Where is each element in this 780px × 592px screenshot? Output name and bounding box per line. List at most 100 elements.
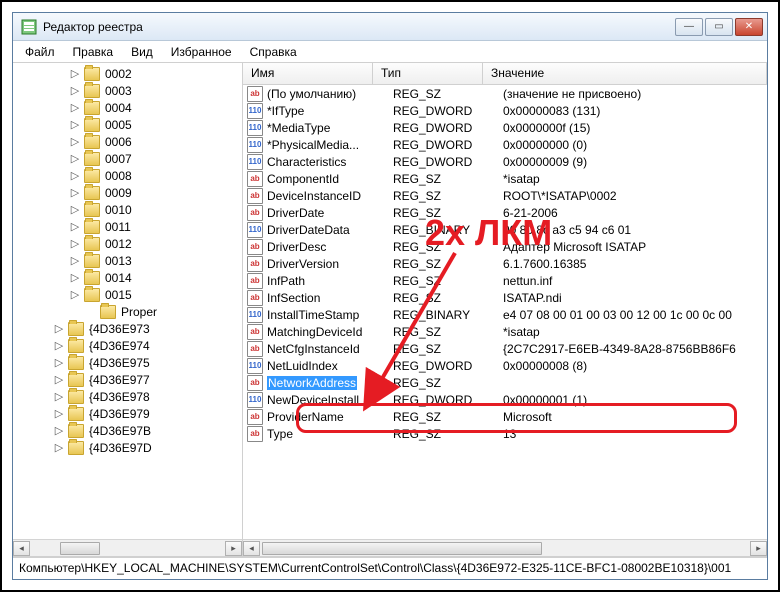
expand-icon[interactable]: ▷ bbox=[53, 356, 65, 369]
tree-label: 0010 bbox=[103, 203, 132, 217]
expand-icon[interactable]: ▷ bbox=[69, 288, 81, 301]
expand-icon[interactable]: ▷ bbox=[53, 424, 65, 437]
tree-item[interactable]: ▷ 0010 bbox=[21, 201, 242, 218]
tree-item[interactable]: ▷{4D36E978 bbox=[21, 388, 242, 405]
scroll-right-icon[interactable]: ▸ bbox=[750, 541, 767, 556]
tree-item[interactable]: ▷ 0009 bbox=[21, 184, 242, 201]
menu-edit[interactable]: Правка bbox=[65, 43, 122, 61]
col-name[interactable]: Имя bbox=[243, 63, 373, 84]
col-value[interactable]: Значение bbox=[483, 63, 767, 84]
table-row[interactable]: abProviderNameREG_SZMicrosoft bbox=[243, 408, 767, 425]
table-row[interactable]: 110*PhysicalMedia...REG_DWORD0x00000000 … bbox=[243, 136, 767, 153]
tree-item[interactable]: ▷0006 bbox=[21, 133, 242, 150]
tree-item[interactable]: ▷{4D36E973 bbox=[21, 320, 242, 337]
expand-icon[interactable]: ▷ bbox=[53, 441, 65, 454]
tree-hscroll[interactable]: ◂ ▸ bbox=[13, 539, 242, 556]
table-row[interactable]: abMatchingDeviceIdREG_SZ*isatap bbox=[243, 323, 767, 340]
menu-file[interactable]: Файл bbox=[17, 43, 63, 61]
expand-icon[interactable]: ▷ bbox=[53, 390, 65, 403]
menu-favorites[interactable]: Избранное bbox=[163, 43, 240, 61]
table-row[interactable]: 110*IfTypeREG_DWORD0x00000083 (131) bbox=[243, 102, 767, 119]
cell-value: nettun.inf bbox=[503, 274, 767, 288]
table-row[interactable]: abDriverDescREG_SZАдаптер Microsoft ISAT… bbox=[243, 238, 767, 255]
tree-pane[interactable]: ▷0002▷0003▷0004▷0005▷0006▷0007▷0008▷0009… bbox=[13, 63, 243, 556]
col-type[interactable]: Тип bbox=[373, 63, 483, 84]
tree-item[interactable]: Proper bbox=[21, 303, 242, 320]
table-row[interactable]: abDriverDateREG_SZ6-21-2006 bbox=[243, 204, 767, 221]
tree-item[interactable]: ▷0013 bbox=[21, 252, 242, 269]
tree-label: {4D36E97D bbox=[87, 441, 152, 455]
expand-icon[interactable]: ▷ bbox=[69, 101, 81, 114]
tree-item[interactable]: ▷0004 bbox=[21, 99, 242, 116]
expand-icon[interactable]: ▷ bbox=[53, 373, 65, 386]
table-row[interactable]: abComponentIdREG_SZ*isatap bbox=[243, 170, 767, 187]
expand-icon[interactable]: ▷ bbox=[69, 84, 81, 97]
expand-icon[interactable]: ▷ bbox=[69, 203, 81, 216]
expand-icon[interactable]: ▷ bbox=[69, 135, 81, 148]
scroll-left-icon[interactable]: ◂ bbox=[13, 541, 30, 556]
tree-item[interactable]: ▷ {4D36E97D bbox=[21, 439, 242, 456]
expand-icon[interactable]: ▷ bbox=[69, 186, 81, 199]
tree-item[interactable]: ▷0003 bbox=[21, 82, 242, 99]
table-row[interactable]: abInfSectionREG_SZISATAP.ndi bbox=[243, 289, 767, 306]
scroll-right-icon[interactable]: ▸ bbox=[225, 541, 242, 556]
table-row[interactable]: 110NewDeviceInstallREG_DWORD0x00000001 (… bbox=[243, 391, 767, 408]
table-row[interactable]: abDriverVersionREG_SZ6.1.7600.16385 bbox=[243, 255, 767, 272]
menu-help[interactable]: Справка bbox=[242, 43, 305, 61]
table-row[interactable]: 110CharacteristicsREG_DWORD0x00000009 (9… bbox=[243, 153, 767, 170]
expand-icon[interactable]: ▷ bbox=[69, 118, 81, 131]
tree-label: 0009 bbox=[103, 186, 132, 200]
tree-hscroll-thumb[interactable] bbox=[60, 542, 100, 555]
cell-value: 0x00000009 (9) bbox=[503, 155, 767, 169]
list-hscroll-track[interactable] bbox=[260, 541, 750, 556]
tree-item[interactable]: ▷{4D36E97B bbox=[21, 422, 242, 439]
expand-icon[interactable]: ▷ bbox=[69, 67, 81, 80]
minimize-button[interactable]: — bbox=[675, 18, 703, 36]
tree-item[interactable]: ▷0014 bbox=[21, 269, 242, 286]
close-button[interactable]: ✕ bbox=[735, 18, 763, 36]
tree-item[interactable]: ▷0002 bbox=[21, 65, 242, 82]
list-hscroll-thumb[interactable] bbox=[262, 542, 542, 555]
value-type-icon: 110 bbox=[247, 307, 263, 323]
table-row[interactable]: 110InstallTimeStampREG_BINARYe4 07 08 00… bbox=[243, 306, 767, 323]
table-row[interactable]: abNetworkAddressREG_SZ bbox=[243, 374, 767, 391]
tree-item[interactable]: ▷{4D36E979 bbox=[21, 405, 242, 422]
menu-view[interactable]: Вид bbox=[123, 43, 161, 61]
expand-icon[interactable]: ▷ bbox=[69, 220, 81, 233]
list-hscroll[interactable]: ◂ ▸ bbox=[243, 539, 767, 556]
table-row[interactable]: 110*MediaTypeREG_DWORD0x0000000f (15) bbox=[243, 119, 767, 136]
expand-icon[interactable]: ▷ bbox=[53, 322, 65, 335]
scroll-left-icon[interactable]: ◂ bbox=[243, 541, 260, 556]
folder-icon bbox=[84, 288, 100, 302]
tree-item[interactable]: ▷{4D36E974 bbox=[21, 337, 242, 354]
expand-icon[interactable]: ▷ bbox=[69, 271, 81, 284]
table-row[interactable]: abNetCfgInstanceIdREG_SZ{2C7C2917-E6EB-4… bbox=[243, 340, 767, 357]
maximize-button[interactable]: ▭ bbox=[705, 18, 733, 36]
tree-item[interactable]: ▷0015 bbox=[21, 286, 242, 303]
expand-icon[interactable]: ▷ bbox=[69, 254, 81, 267]
table-row[interactable]: 110DriverDateDataREG_BINARY00 80 8c a3 c… bbox=[243, 221, 767, 238]
list-pane[interactable]: Имя Тип Значение ab(По умолчанию)REG_SZ(… bbox=[243, 63, 767, 556]
tree-item[interactable]: ▷0012 bbox=[21, 235, 242, 252]
table-row[interactable]: abTypeREG_SZ13 bbox=[243, 425, 767, 442]
table-row[interactable]: abDeviceInstanceIDREG_SZROOT\*ISATAP\000… bbox=[243, 187, 767, 204]
table-row[interactable]: abInfPathREG_SZnettun.inf bbox=[243, 272, 767, 289]
tree-item[interactable]: ▷0008 bbox=[21, 167, 242, 184]
tree-item[interactable]: ▷ 0005 bbox=[21, 116, 242, 133]
tree-item[interactable]: ▷{4D36E977 bbox=[21, 371, 242, 388]
expand-icon[interactable]: ▷ bbox=[69, 152, 81, 165]
expand-icon[interactable]: ▷ bbox=[69, 169, 81, 182]
tree-item[interactable]: ▷0011 bbox=[21, 218, 242, 235]
expand-icon[interactable]: ▷ bbox=[53, 407, 65, 420]
folder-icon bbox=[84, 152, 100, 166]
tree-item[interactable]: ▷{4D36E975 bbox=[21, 354, 242, 371]
tree-item[interactable]: ▷0007 bbox=[21, 150, 242, 167]
tree-hscroll-track[interactable] bbox=[30, 541, 225, 556]
table-row[interactable]: ab(По умолчанию)REG_SZ(значение не присв… bbox=[243, 85, 767, 102]
expand-icon[interactable]: ▷ bbox=[53, 339, 65, 352]
tree-label: 0005 bbox=[103, 118, 132, 132]
expand-icon[interactable]: ▷ bbox=[69, 237, 81, 250]
table-row[interactable]: 110NetLuidIndexREG_DWORD0x00000008 (8) bbox=[243, 357, 767, 374]
titlebar[interactable]: Редактор реестра — ▭ ✕ bbox=[13, 13, 767, 41]
cell-name: DriverDesc bbox=[267, 240, 393, 254]
